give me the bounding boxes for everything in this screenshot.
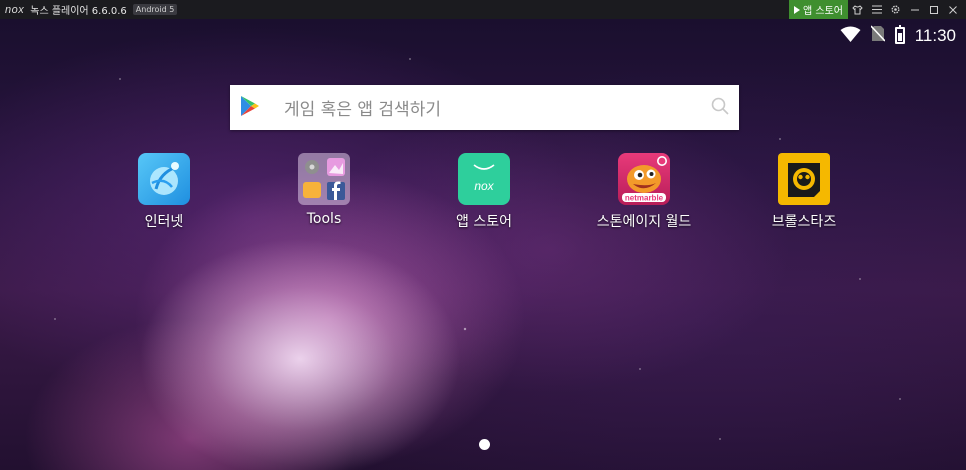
app-label: 인터넷	[144, 214, 184, 230]
window-title: 녹스 플레이어 6.6.0.6	[30, 6, 127, 17]
app-brawl-stars[interactable]: 브롤스타즈	[744, 153, 864, 231]
shirt-icon[interactable]	[848, 0, 867, 19]
search-icon[interactable]	[711, 97, 729, 119]
minimize-icon[interactable]	[905, 0, 924, 19]
nox-store-icon: nox	[458, 153, 510, 205]
search-input[interactable]: 게임 혹은 앱 검색하기	[284, 95, 711, 120]
nox-logo: nox	[5, 3, 25, 16]
app-label: 스톤에이지 월드	[596, 214, 692, 230]
android-version-badge: Android 5	[132, 4, 178, 15]
page-indicator-dot	[479, 439, 490, 450]
app-nox-store[interactable]: nox 앱 스토어	[424, 153, 544, 231]
app-label: Tools	[306, 211, 342, 227]
svg-text:nox: nox	[474, 179, 494, 193]
app-store-button[interactable]: 앱 스토어	[789, 0, 848, 19]
app-tools-folder[interactable]: Tools	[264, 153, 384, 227]
browser-icon	[138, 153, 190, 205]
search-bar[interactable]: 게임 혹은 앱 검색하기	[230, 85, 739, 130]
app-stone-age-world[interactable]: netmarble 스톤에이지 월드	[584, 153, 704, 231]
menu-icon[interactable]	[867, 0, 886, 19]
app-store-button-label: 앱 스토어	[803, 6, 843, 17]
clock: 11:30	[914, 25, 956, 45]
status-bar: 11:30	[840, 25, 956, 46]
no-sim-icon	[870, 25, 886, 46]
play-store-icon	[240, 95, 260, 121]
stone-age-icon: netmarble	[618, 153, 670, 205]
android-home-screen: 11:30 게임 혹은 앱 검색하기 인터넷 Tools nox 앱 스토어 n…	[0, 19, 966, 470]
gear-icon[interactable]	[886, 0, 905, 19]
maximize-icon[interactable]	[924, 0, 943, 19]
brawl-stars-icon	[778, 153, 830, 205]
battery-icon	[894, 25, 905, 44]
close-icon[interactable]	[943, 0, 962, 19]
play-icon	[794, 5, 801, 14]
app-internet[interactable]: 인터넷	[104, 153, 224, 231]
netmarble-badge: netmarble	[625, 194, 664, 203]
tools-folder-icon	[298, 153, 350, 205]
app-label: 앱 스토어	[456, 214, 512, 230]
app-label: 브롤스타즈	[771, 214, 837, 230]
window-titlebar: nox 녹스 플레이어 6.6.0.6 Android 5 앱 스토어	[0, 0, 966, 19]
wifi-icon	[840, 26, 861, 46]
